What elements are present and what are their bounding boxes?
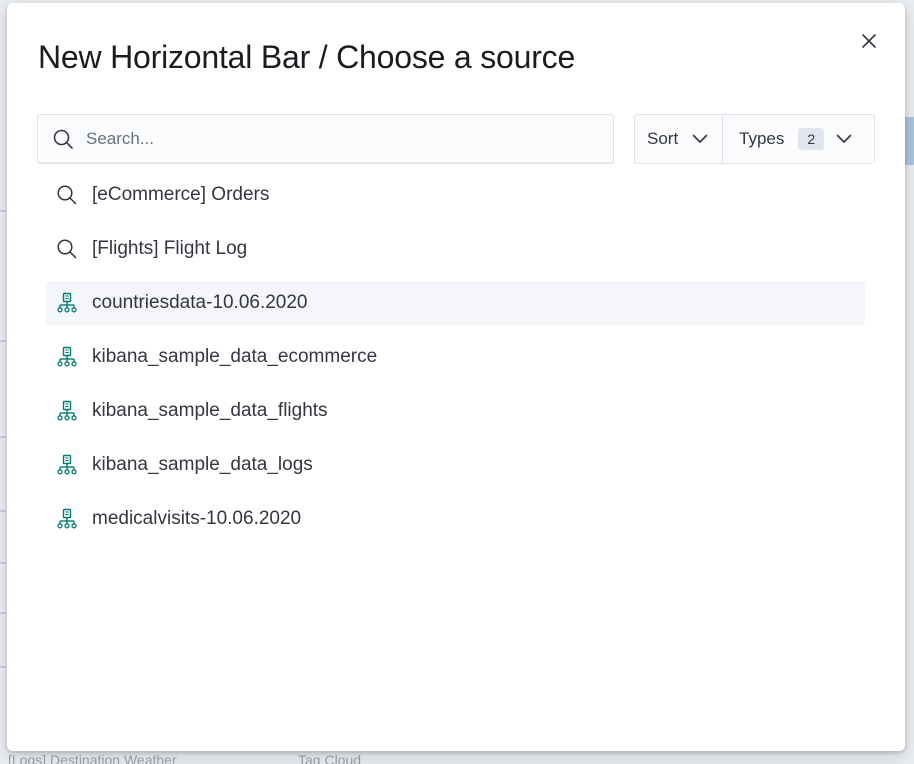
types-label: Types — [739, 129, 785, 148]
search-input[interactable] — [86, 115, 596, 163]
result-item-sample-ecommerce[interactable]: kibana_sample_data_ecommerce — [46, 335, 865, 379]
close-icon — [862, 34, 876, 48]
result-label: kibana_sample_data_flights — [92, 400, 328, 421]
close-button[interactable] — [859, 31, 879, 51]
result-item-flight-log[interactable]: [Flights] Flight Log — [46, 227, 865, 271]
result-item-sample-flights[interactable]: kibana_sample_data_flights — [46, 389, 865, 433]
background-visualization-title: [Logs] Destination Weather — [8, 752, 177, 764]
modal-title: New Horizontal Bar / Choose a source — [38, 39, 576, 75]
types-count-badge: 2 — [798, 128, 825, 150]
index-pattern-icon — [57, 346, 77, 367]
result-label: kibana_sample_data_logs — [92, 454, 313, 475]
index-pattern-icon — [57, 508, 77, 529]
chevron-down-icon — [836, 134, 852, 143]
result-item-medicalvisits[interactable]: medicalvisits-10.06.2020 — [46, 497, 865, 541]
types-filter-button[interactable]: Types 2 — [723, 115, 874, 163]
filter-group: Sort Types 2 — [634, 114, 875, 164]
background-visualization-type: Tag Cloud — [298, 752, 362, 764]
background-divider — [0, 510, 6, 512]
search-icon — [53, 129, 73, 149]
result-item-ecommerce-orders[interactable]: [eCommerce] Orders — [46, 173, 865, 217]
background-divider — [0, 436, 6, 438]
sort-label: Sort — [647, 129, 679, 148]
background-divider — [0, 210, 6, 212]
search-box[interactable] — [37, 114, 614, 164]
result-item-sample-logs[interactable]: kibana_sample_data_logs — [46, 443, 865, 487]
source-results-list: [eCommerce] Orders [Flights] Flight Log — [46, 173, 865, 551]
chevron-down-icon — [692, 134, 708, 143]
background-divider — [0, 612, 6, 614]
result-label: [eCommerce] Orders — [92, 184, 270, 205]
result-item-countriesdata[interactable]: countriesdata-10.06.2020 — [46, 281, 865, 325]
result-label: kibana_sample_data_ecommerce — [92, 346, 378, 367]
index-pattern-icon — [57, 292, 77, 313]
sort-button[interactable]: Sort — [635, 115, 723, 163]
background-divider — [0, 562, 6, 564]
index-pattern-icon — [57, 400, 77, 421]
saved-search-icon — [57, 239, 77, 259]
background-divider — [0, 666, 6, 668]
background-divider — [0, 340, 6, 342]
choose-source-modal: New Horizontal Bar / Choose a source Sor… — [7, 3, 905, 751]
index-pattern-icon — [57, 454, 77, 475]
result-label: [Flights] Flight Log — [92, 238, 248, 259]
saved-search-icon — [57, 185, 77, 205]
result-label: countriesdata-10.06.2020 — [92, 292, 308, 313]
result-label: medicalvisits-10.06.2020 — [92, 508, 302, 529]
